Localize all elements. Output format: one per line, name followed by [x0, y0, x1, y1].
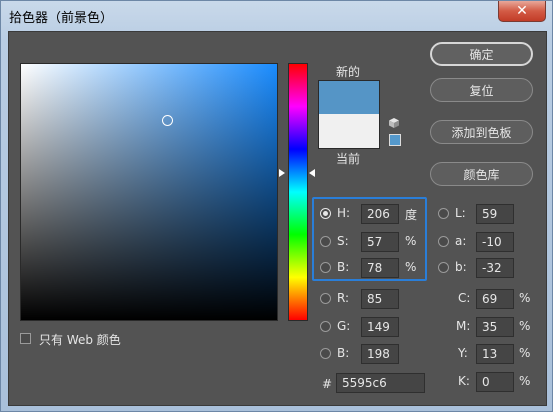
green-radio[interactable]: [320, 321, 331, 332]
color-marker[interactable]: [161, 115, 173, 127]
lab-b-label: b:: [455, 260, 467, 274]
black-label: K:: [458, 374, 470, 388]
new-color-label: 新的: [336, 65, 361, 79]
brightness-radio[interactable]: [320, 262, 331, 273]
lab-l-radio[interactable]: [438, 208, 449, 219]
saturation-label: S:: [337, 234, 349, 248]
hue-label: H:: [337, 206, 351, 220]
web-only-label: 只有 Web 颜色: [39, 333, 121, 347]
reset-button[interactable]: 复位: [430, 78, 533, 102]
hue-unit: 度: [405, 208, 418, 222]
add-to-swatches-button[interactable]: 添加到色板: [430, 120, 533, 144]
hue-radio[interactable]: [320, 208, 331, 219]
lab-a-input[interactable]: -10: [476, 232, 514, 252]
hue-input[interactable]: 206: [361, 204, 399, 224]
new-color-swatch: [318, 80, 380, 115]
ok-button[interactable]: 确定: [430, 42, 533, 66]
hex-input[interactable]: 5595c6: [336, 373, 425, 393]
window-title: 拾色器（前景色）: [9, 11, 114, 26]
hue-slider[interactable]: [288, 63, 308, 321]
brightness-label: B:: [337, 260, 350, 274]
saturation-unit: %: [405, 234, 417, 248]
magenta-unit: %: [519, 319, 531, 333]
web-safe-cube-icon[interactable]: [388, 117, 400, 129]
cyan-input[interactable]: 69: [476, 289, 514, 309]
magenta-input[interactable]: 35: [476, 317, 514, 337]
green-input[interactable]: 149: [361, 317, 399, 337]
yellow-label: Y:: [458, 346, 468, 360]
close-icon: ✕: [516, 3, 528, 19]
red-radio[interactable]: [320, 293, 331, 304]
red-input[interactable]: 85: [361, 289, 399, 309]
green-label: G:: [337, 319, 351, 333]
close-button[interactable]: ✕: [498, 1, 546, 22]
saturation-radio[interactable]: [320, 236, 331, 247]
saturation-brightness-field[interactable]: [20, 63, 278, 321]
lab-l-input[interactable]: 59: [476, 204, 514, 224]
yellow-unit: %: [519, 346, 531, 360]
yellow-input[interactable]: 13: [476, 344, 514, 364]
blue-input[interactable]: 198: [361, 344, 399, 364]
current-color-label: 当前: [336, 152, 361, 166]
lab-a-label: a:: [455, 234, 467, 248]
dialog-body: 新的 当前 确定 复位 添加到色板 颜色库 H: 206 度 S: 57 % B…: [8, 31, 547, 406]
web-safe-color-swatch[interactable]: [389, 134, 401, 146]
hue-slider-right-handle-icon[interactable]: [309, 169, 315, 178]
cyan-label: C:: [458, 291, 471, 305]
lab-l-label: L:: [455, 206, 466, 220]
web-only-checkbox[interactable]: [20, 333, 31, 344]
color-libraries-button[interactable]: 颜色库: [430, 162, 533, 186]
magenta-label: M:: [456, 319, 471, 333]
black-unit: %: [519, 374, 531, 388]
lab-a-radio[interactable]: [438, 236, 449, 247]
black-input[interactable]: 0: [476, 372, 514, 392]
brightness-input[interactable]: 78: [361, 258, 399, 278]
lab-b-radio[interactable]: [438, 262, 449, 273]
lab-b-input[interactable]: -32: [476, 258, 514, 278]
blue-label: B:: [337, 346, 350, 360]
current-color-swatch[interactable]: [318, 114, 380, 149]
blue-radio[interactable]: [320, 348, 331, 359]
saturation-input[interactable]: 57: [361, 232, 399, 252]
hex-label: #: [322, 377, 333, 391]
hue-slider-left-handle-icon[interactable]: [279, 169, 285, 178]
red-label: R:: [337, 291, 350, 305]
brightness-unit: %: [405, 260, 417, 274]
dialog-window: 拾色器（前景色） ✕ 新的 当前 确定 复位 添加到色板 颜色库 H: 206 …: [0, 0, 553, 412]
cyan-unit: %: [519, 291, 531, 305]
